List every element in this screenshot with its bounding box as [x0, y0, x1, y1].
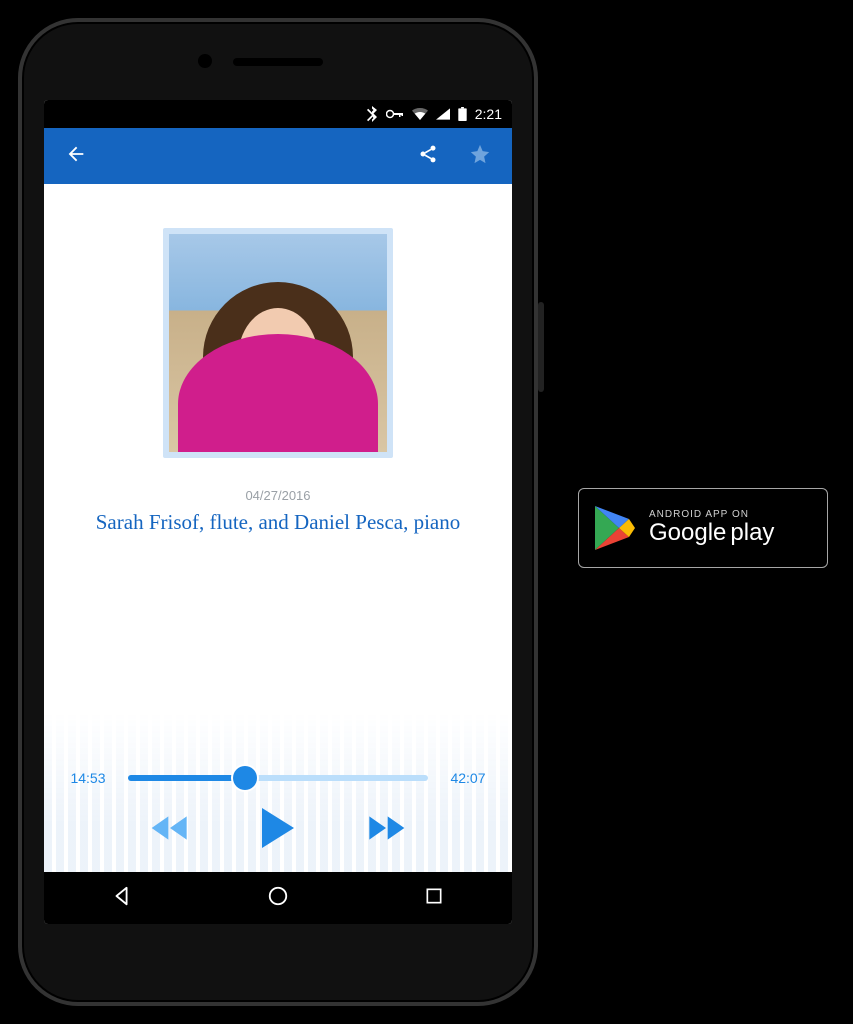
arrow-left-icon: [65, 143, 87, 170]
episode-title: Sarah Frisof, flute, and Daniel Pesca, p…: [44, 510, 512, 535]
triangle-back-icon: [111, 885, 133, 912]
status-bar: 2:21: [44, 100, 512, 128]
signal-icon: [436, 108, 450, 120]
seek-bar[interactable]: [128, 775, 428, 781]
player-controls: 14:53 42:07: [44, 752, 512, 872]
episode-date: 04/27/2016: [44, 488, 512, 503]
key-icon: [386, 108, 404, 120]
progress-row: 14:53 42:07: [62, 770, 494, 786]
album-art: [169, 234, 387, 452]
phone-frame: 2:21: [18, 18, 538, 1006]
android-nav-bar: [44, 872, 512, 924]
time-total: 42:07: [442, 770, 494, 786]
square-recents-icon: [424, 886, 444, 911]
seek-fill: [128, 775, 245, 781]
battery-icon: [458, 107, 467, 121]
circle-home-icon: [267, 885, 289, 912]
nav-recents-button[interactable]: [404, 878, 464, 918]
back-button[interactable]: [56, 136, 96, 176]
forward-icon: [366, 813, 406, 843]
app-bar: [44, 128, 512, 184]
favorite-button[interactable]: [460, 136, 500, 176]
content-area: 04/27/2016 Sarah Frisof, flute, and Dani…: [44, 184, 512, 872]
google-play-icon: [593, 504, 637, 552]
status-time: 2:21: [475, 106, 502, 122]
screen: 2:21: [44, 100, 512, 924]
time-elapsed: 14:53: [62, 770, 114, 786]
play-button[interactable]: [260, 808, 296, 848]
equalizer-background: [44, 712, 512, 872]
share-button[interactable]: [408, 136, 448, 176]
bluetooth-icon: [366, 106, 378, 122]
album-art-frame: [163, 228, 393, 458]
badge-text: ANDROID APP ON Googleplay: [649, 509, 774, 546]
rewind-icon: [150, 813, 190, 843]
share-icon: [418, 144, 438, 169]
star-icon: [469, 143, 491, 170]
badge-brand: Google: [649, 519, 726, 546]
rewind-button[interactable]: [150, 813, 190, 843]
nav-back-button[interactable]: [92, 878, 152, 918]
phone-side-button: [538, 302, 544, 392]
badge-suffix: play: [730, 519, 774, 546]
play-icon: [260, 808, 296, 848]
wifi-icon: [412, 108, 428, 120]
seek-thumb[interactable]: [233, 766, 257, 790]
nav-home-button[interactable]: [248, 878, 308, 918]
forward-button[interactable]: [366, 813, 406, 843]
google-play-badge[interactable]: ANDROID APP ON Googleplay: [578, 488, 828, 568]
